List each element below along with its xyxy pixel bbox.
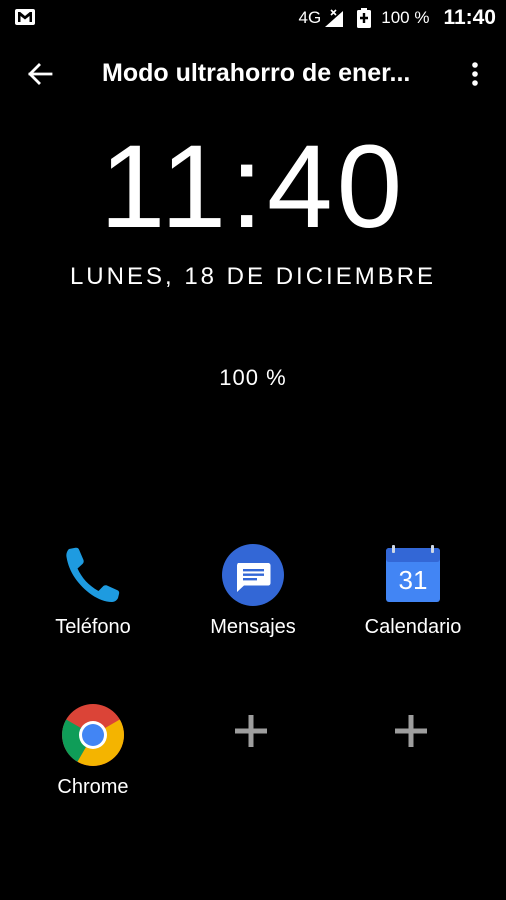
back-button[interactable] — [20, 54, 60, 94]
add-icon — [235, 715, 267, 747]
app-label: Teléfono — [55, 616, 131, 638]
status-bar: 4G 100 % 11:40 — [0, 0, 506, 36]
app-chrome[interactable]: Chrome — [13, 702, 173, 799]
network-type: 4G — [298, 8, 322, 27]
signal-icon — [325, 9, 344, 27]
more-options-button[interactable] — [455, 54, 495, 94]
chrome-icon — [62, 704, 124, 766]
arrow-back-icon — [28, 63, 53, 85]
status-time: 11:40 — [443, 6, 496, 29]
battery-percent-status: 100 % — [381, 8, 430, 27]
lockscreen-date: LUNES, 18 DE DICIEMBRE — [69, 263, 437, 290]
calendar-icon: 31 — [386, 545, 440, 602]
battery-percentage: 100 % — [219, 365, 287, 390]
battery-charging-icon — [357, 8, 372, 28]
add-icon — [395, 715, 427, 747]
app-bar: Modo ultrahorro de ener... — [0, 44, 506, 104]
more-vert-icon — [472, 62, 478, 86]
gmail-icon — [15, 9, 35, 25]
lockscreen-clock: 11:40 — [99, 121, 407, 253]
add-app-slot[interactable] — [381, 701, 441, 761]
messages-icon — [222, 544, 284, 606]
calendar-day: 31 — [399, 565, 428, 595]
app-phone[interactable]: Teléfono — [13, 542, 173, 639]
phone-icon — [66, 547, 120, 602]
app-calendar[interactable]: 31 Calendario — [333, 542, 493, 639]
app-messages[interactable]: Mensajes — [173, 542, 333, 639]
add-app-slot[interactable] — [221, 701, 281, 761]
app-label: Mensajes — [210, 616, 296, 638]
app-label: Chrome — [57, 776, 129, 798]
app-label: Calendario — [364, 616, 462, 638]
page-title: Modo ultrahorro de ener... — [102, 59, 411, 87]
